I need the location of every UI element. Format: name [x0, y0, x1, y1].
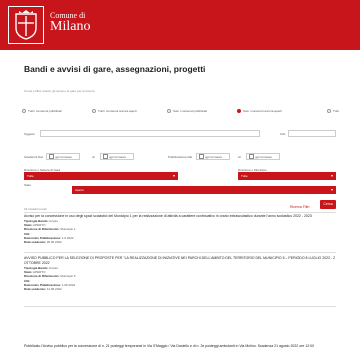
meta-value: Municipio 1: [60, 227, 76, 232]
oggetto-label: Oggetto: [24, 132, 35, 136]
date-placeholder: gg/mm/aaaa: [55, 154, 72, 159]
coat-of-arms-icon: [15, 10, 37, 40]
calendar-icon: [199, 154, 204, 159]
meta-value: Municipio 5: [60, 274, 76, 279]
result-item: Pubblicato l'Avviso pubblico per la conc…: [24, 344, 336, 349]
radio-dot-selected-icon: [237, 109, 241, 113]
calendar-icon: [103, 154, 108, 159]
divider: [24, 252, 336, 253]
scadenza-al-input[interactable]: gg/mm/aaaa: [100, 153, 134, 160]
stato-value: Aperto: [75, 188, 84, 192]
comune-logo[interactable]: [8, 6, 44, 44]
radio-label: Tutti i contenuti ancora aperti: [98, 109, 137, 113]
radio-option-selected[interactable]: Solo i contenuti ancora aperti: [237, 109, 282, 113]
radio-label: Solo i contenuti ancora aperti: [243, 109, 282, 113]
chevron-down-icon: ▾: [172, 173, 175, 178]
date-placeholder: gg/mm/aaaa: [255, 154, 272, 159]
calendar-icon: [49, 154, 54, 159]
pubblicazione-al-input[interactable]: gg/mm/aaaa: [246, 153, 280, 160]
direzione-select[interactable]: Tutte ▾: [24, 172, 178, 180]
radio-label: Solo i contenuti pubblicati: [173, 109, 208, 113]
chevron-down-icon: ▾: [330, 173, 333, 178]
meta-value: Avviso: [49, 266, 58, 270]
meta-value: Avviso: [49, 219, 58, 223]
radio-label: Tutti i contenuti pubblicati: [28, 109, 62, 113]
cig-input[interactable]: [288, 130, 336, 137]
radio-option[interactable]: Solo i contenuti pubblicati: [167, 109, 207, 113]
divider: [24, 306, 336, 307]
result-title-link[interactable]: AVVISO PUBBLICO PER LA SELEZIONE DI PROP…: [24, 256, 336, 266]
pubblicazione-dal-label: Pubblicazione Dal: [168, 155, 193, 159]
publication-filter-group: Tutti i contenuti pubblicati Tutti i con…: [22, 109, 352, 119]
radio-dot-icon: [92, 109, 96, 113]
radio-option[interactable]: Tutti i contenuti pubblicati: [22, 109, 62, 113]
page-description: Cerca e filtra i bandi, gli avvisi e le …: [24, 89, 95, 93]
meta-value: 14.06.2022: [46, 287, 62, 292]
municipio-select[interactable]: Tutte ▾: [238, 172, 336, 180]
chevron-down-icon: ▾: [330, 187, 333, 192]
brand-line2: Milano: [50, 19, 91, 34]
result-item: Avviso per la concessione in uso degli s…: [24, 214, 336, 244]
search-button[interactable]: Cerca: [320, 200, 336, 209]
meta-value: 1.06.2022: [61, 282, 76, 287]
result-title-link[interactable]: Avviso per la concessione in uso degli s…: [24, 214, 336, 219]
scadenza-dal-label: Scadenza Dal: [24, 155, 43, 159]
result-title-link[interactable]: Pubblicato l'Avviso pubblico per la conc…: [24, 344, 336, 349]
pubblicazione-dal-input[interactable]: gg/mm/aaaa: [196, 153, 230, 160]
municipio-value: Tutte: [241, 174, 248, 178]
meta-label: Data scadenza:: [24, 287, 46, 292]
radio-label: Tutti: [333, 109, 339, 113]
radio-dot-icon: [22, 109, 26, 113]
scadenza-al-label: Al: [92, 155, 95, 159]
calendar-icon: [249, 154, 254, 159]
date-placeholder: gg/mm/aaaa: [109, 154, 126, 159]
cig-label: CIG: [280, 132, 286, 136]
reset-filters-link[interactable]: Ricerca Filtri: [290, 205, 309, 209]
direzione-value: Tutte: [27, 174, 34, 178]
brand-name[interactable]: Comune di Milano: [50, 12, 90, 34]
radio-dot-icon: [167, 109, 171, 113]
scadenza-dal-input[interactable]: gg/mm/aaaa: [46, 153, 80, 160]
result-meta: Data scadenza: 30.06.2022: [24, 240, 336, 244]
result-item: AVVISO PUBBLICO PER LA SELEZIONE DI PROP…: [24, 256, 336, 291]
results-count: 23 risultati trovati: [24, 207, 47, 211]
site-header: Comune di Milano: [0, 0, 360, 50]
meta-label: Data scadenza:: [24, 240, 46, 245]
meta-value: 1.6.2022: [61, 235, 74, 240]
divider: [24, 212, 336, 213]
result-meta: Data scadenza: 14.06.2022: [24, 287, 336, 291]
radio-dot-icon: [327, 109, 331, 113]
stato-select[interactable]: Aperto ▾: [72, 186, 336, 194]
radio-option[interactable]: Tutti i contenuti ancora aperti: [92, 109, 137, 113]
radio-option[interactable]: Tutti: [327, 109, 339, 113]
meta-value: 30.06.2022: [46, 240, 62, 245]
page-title: Bandi e avvisi di gare, assegnazioni, pr…: [24, 64, 206, 74]
stato-label: Stato: [24, 183, 32, 187]
date-placeholder: gg/mm/aaaa: [205, 154, 222, 159]
oggetto-input[interactable]: [40, 130, 260, 137]
pubblicazione-al-label: Al: [238, 155, 241, 159]
